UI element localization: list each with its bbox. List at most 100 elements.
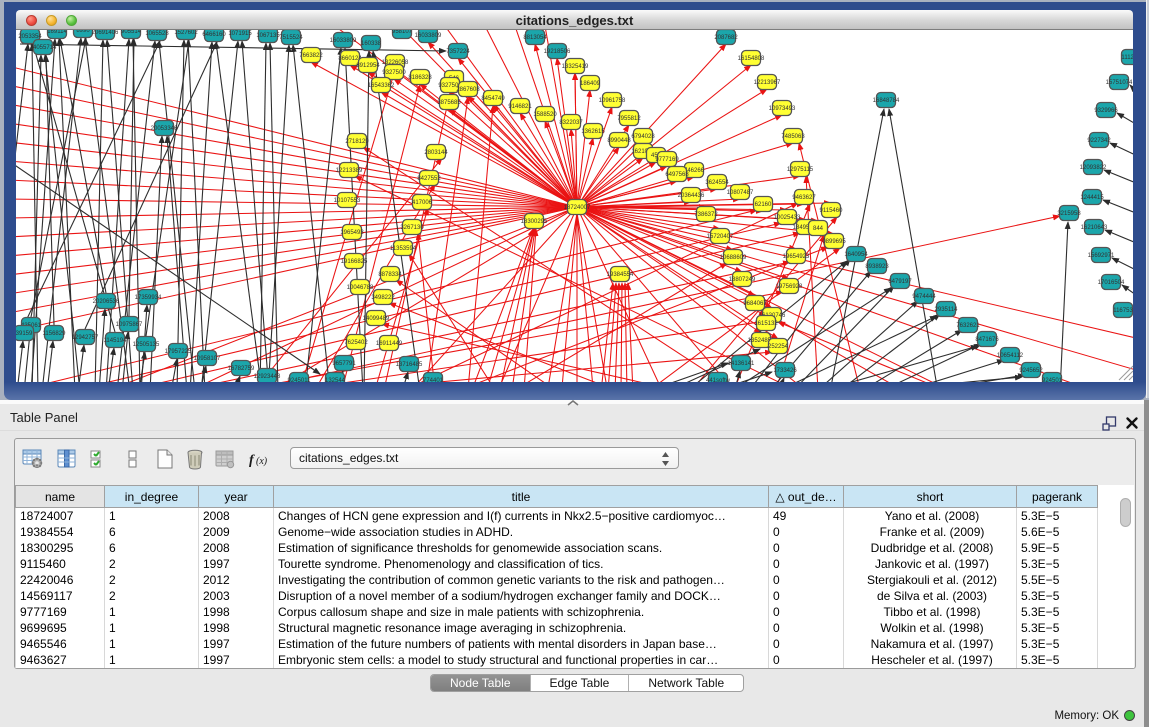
svg-text:10973493: 10973493 <box>769 106 796 112</box>
svg-text:13325419: 13325419 <box>562 64 589 70</box>
svg-text:1362615: 1362615 <box>581 129 605 135</box>
svg-text:7357224: 7357224 <box>446 49 470 55</box>
svg-text:169114: 169114 <box>47 30 67 35</box>
svg-text:10975867: 10975867 <box>116 322 143 328</box>
svg-text:1065528: 1065528 <box>145 31 169 37</box>
svg-text:1615132: 1615132 <box>754 321 778 327</box>
svg-text:14055714: 14055714 <box>30 45 57 51</box>
svg-text:3624554: 3624554 <box>705 180 729 186</box>
svg-text:3215958: 3215958 <box>1057 211 1081 217</box>
svg-text:7386372: 7386372 <box>694 212 718 218</box>
svg-text:16154808: 16154808 <box>738 56 765 62</box>
svg-text:8990448: 8990448 <box>607 138 631 144</box>
svg-text:8912954: 8912954 <box>356 63 380 69</box>
svg-text:20206536: 20206536 <box>93 299 120 305</box>
svg-text:1640954: 1640954 <box>844 252 868 258</box>
svg-text:f: f <box>249 453 255 468</box>
svg-text:7663822: 7663822 <box>299 53 323 59</box>
svg-text:10688609: 10688609 <box>720 255 747 261</box>
svg-text:15751074: 15751074 <box>1106 80 1133 86</box>
svg-text:1527602: 1527602 <box>174 30 198 36</box>
svg-text:16033809: 16033809 <box>330 38 357 44</box>
svg-text:10961758: 10961758 <box>599 98 626 104</box>
svg-text:10654112: 10654112 <box>997 353 1024 359</box>
svg-text:1067135: 1067135 <box>256 33 280 39</box>
svg-text:9777169: 9777169 <box>655 157 679 163</box>
svg-text:252254: 252254 <box>768 344 789 350</box>
svg-text:8990: 8990 <box>76 30 90 34</box>
svg-text:10958107: 10958107 <box>194 356 221 362</box>
svg-text:15720407: 15720407 <box>707 234 734 240</box>
svg-text:7515524: 7515524 <box>279 35 303 41</box>
svg-text:2803144: 2803144 <box>424 150 448 156</box>
svg-text:8186328: 8186328 <box>408 75 432 81</box>
svg-text:16033809: 16033809 <box>415 33 442 39</box>
svg-text:2935114: 2935114 <box>935 307 959 313</box>
svg-text:8878334: 8878334 <box>378 272 402 278</box>
svg-text:116753: 116753 <box>1113 308 1133 314</box>
svg-text:1071915: 1071915 <box>228 31 252 37</box>
svg-text:20691406: 20691406 <box>92 30 119 36</box>
svg-text:15692971: 15692971 <box>1088 253 1115 259</box>
svg-text:62160: 62160 <box>755 202 772 208</box>
svg-text:0899695: 0899695 <box>822 239 846 245</box>
svg-text:19756928: 19756928 <box>776 284 803 290</box>
svg-text:3498222: 3498222 <box>371 295 395 301</box>
svg-text:1145194: 1145194 <box>104 338 128 344</box>
svg-text:12505135: 12505135 <box>133 342 160 348</box>
svg-text:1965493: 1965493 <box>340 230 364 236</box>
svg-text:18300295: 18300295 <box>521 219 548 225</box>
svg-text:924501: 924501 <box>1042 378 1063 382</box>
svg-text:1733426: 1733426 <box>773 368 797 374</box>
svg-text:19654923: 19654923 <box>783 254 810 260</box>
svg-text:16210643: 16210643 <box>1081 225 1108 231</box>
svg-text:160338: 160338 <box>361 41 382 47</box>
svg-text:11353594: 11353594 <box>390 246 417 252</box>
svg-text:132544: 132544 <box>325 378 346 382</box>
svg-text:19166825: 19166825 <box>341 259 368 265</box>
svg-text:9327500: 9327500 <box>382 70 406 76</box>
svg-text:8454749: 8454749 <box>481 96 505 102</box>
svg-text:1244415: 1244415 <box>1080 195 1104 201</box>
svg-text:10807487: 10807487 <box>727 190 754 196</box>
svg-text:6794028: 6794028 <box>631 134 655 140</box>
svg-text:16543362: 16543362 <box>368 83 395 89</box>
svg-text:9329966: 9329966 <box>1094 108 1118 114</box>
svg-text:9684067: 9684067 <box>743 301 767 307</box>
svg-text:2718129: 2718129 <box>345 139 369 145</box>
svg-text:10107553: 10107553 <box>334 198 361 204</box>
svg-text:10046788: 10046788 <box>347 285 374 291</box>
svg-text:3267130: 3267130 <box>400 225 424 231</box>
svg-text:13716485: 13716485 <box>396 362 423 368</box>
svg-text:7625402: 7625402 <box>344 340 368 346</box>
svg-text:17359934: 17359934 <box>135 295 162 301</box>
svg-text:16848784: 16848784 <box>873 98 900 104</box>
svg-text:9463627: 9463627 <box>792 195 816 201</box>
svg-text:8427552: 8427552 <box>417 176 441 182</box>
svg-text:6497568: 6497568 <box>665 172 689 178</box>
svg-text:14099489: 14099489 <box>363 316 390 322</box>
svg-text:19218506: 19218506 <box>544 49 571 55</box>
svg-text:8938923: 8938923 <box>865 264 889 270</box>
svg-text:111274: 111274 <box>1121 55 1133 61</box>
svg-text:441softw: 441softw <box>706 378 731 382</box>
svg-text:3875685: 3875685 <box>437 100 461 106</box>
svg-text:39159: 39159 <box>16 331 33 337</box>
svg-text:1156829: 1156829 <box>43 331 67 337</box>
svg-text:18724007: 18724007 <box>564 205 591 211</box>
svg-text:7955812: 7955812 <box>617 116 641 122</box>
svg-text:12093822: 12093822 <box>1080 165 1107 171</box>
svg-text:9227342: 9227342 <box>1087 138 1111 144</box>
svg-text:844: 844 <box>813 226 824 232</box>
svg-text:9245011: 9245011 <box>288 378 312 382</box>
svg-text:905514: 905514 <box>121 30 142 35</box>
svg-text:8471676: 8471676 <box>975 337 999 343</box>
svg-text:2087682: 2087682 <box>714 35 738 41</box>
svg-text:774401: 774401 <box>423 378 444 382</box>
svg-text:17016504: 17016504 <box>1098 280 1125 286</box>
svg-text:417006: 417006 <box>412 200 433 206</box>
svg-text:12975115: 12975115 <box>787 167 814 173</box>
svg-text:6466160: 6466160 <box>202 32 226 38</box>
svg-text:7632621: 7632621 <box>956 323 980 329</box>
svg-text:8322037: 8322037 <box>559 120 583 126</box>
